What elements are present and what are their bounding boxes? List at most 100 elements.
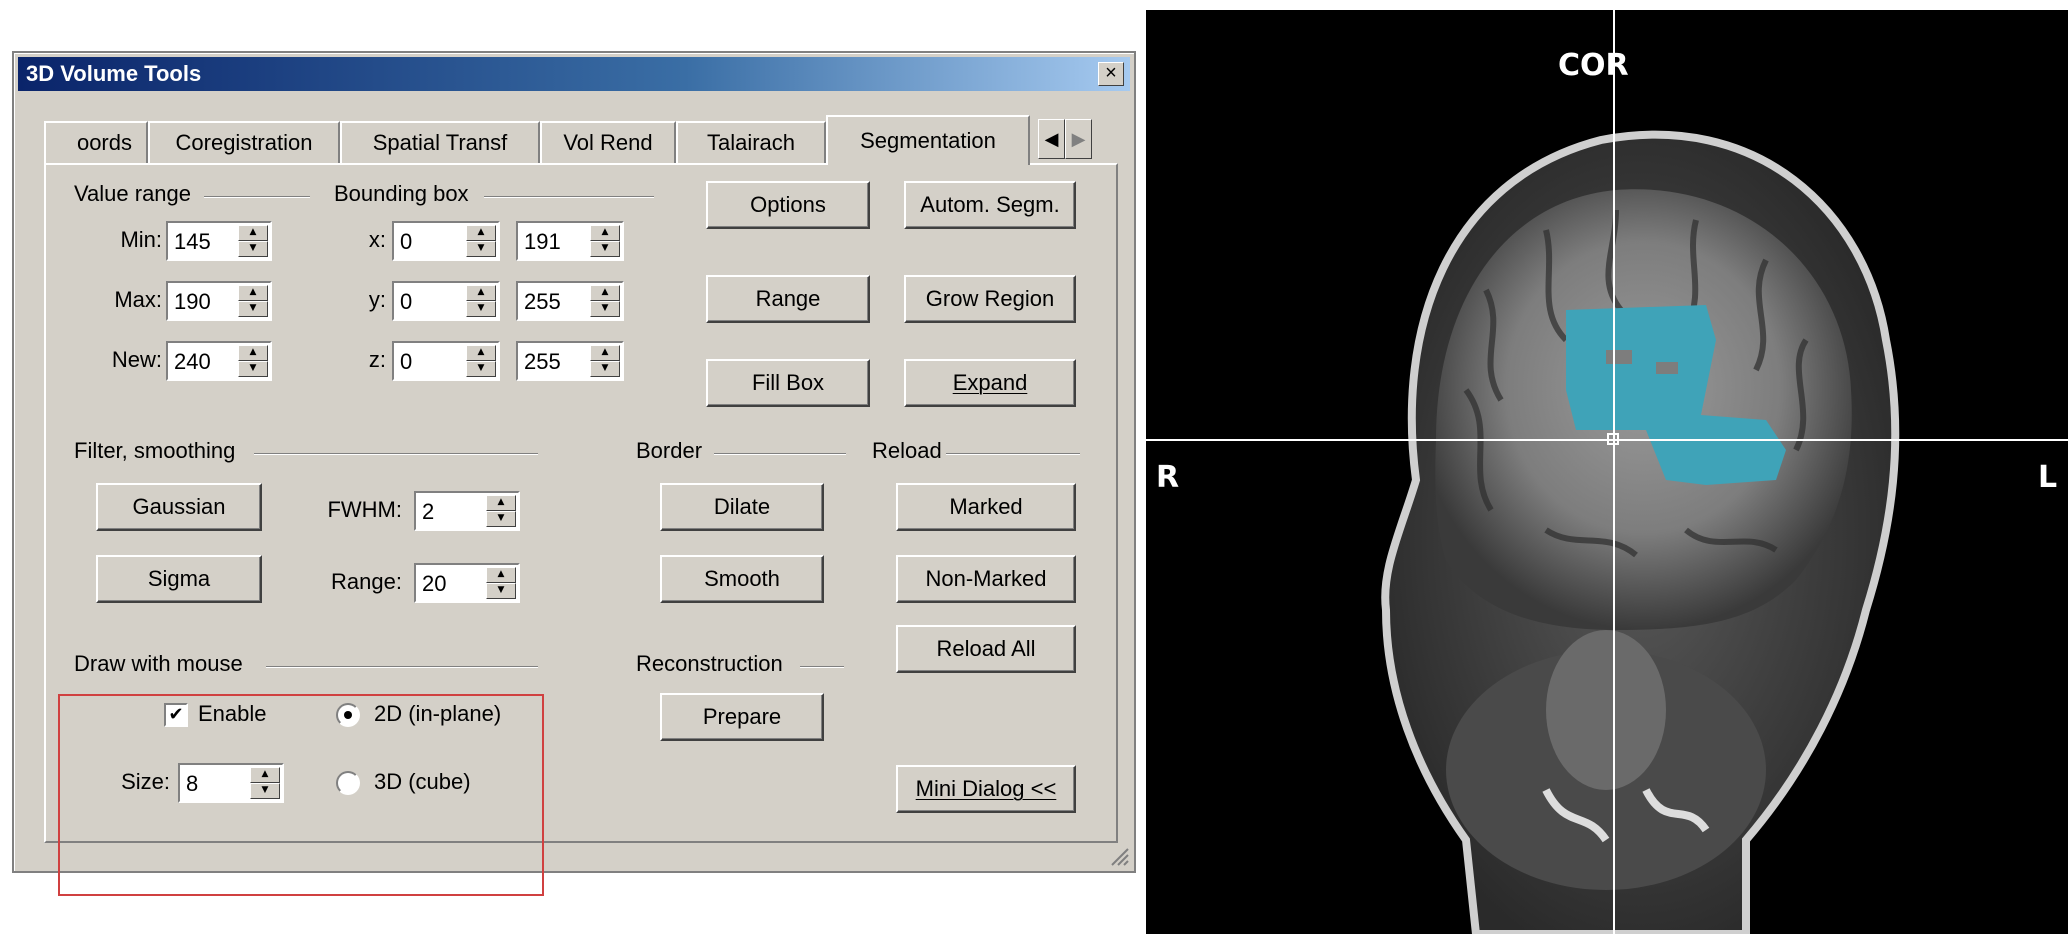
spin-up-icon[interactable]: ▲: [590, 285, 620, 301]
spin-up-icon[interactable]: ▲: [466, 345, 496, 361]
reload-all-button[interactable]: Reload All: [896, 625, 1076, 673]
title-bar[interactable]: 3D Volume Tools ×: [18, 57, 1130, 91]
filter-range-value: 20: [422, 571, 447, 596]
spin-down-icon[interactable]: ▼: [466, 241, 496, 257]
autom-segm-button[interactable]: Autom. Segm.: [904, 181, 1076, 229]
resize-grip-icon[interactable]: [1108, 845, 1130, 867]
tab-scroll-buttons: ◀ ▶: [1038, 119, 1094, 159]
x-label: x:: [368, 227, 386, 252]
brain-slice-image: [1146, 10, 2068, 934]
non-marked-button[interactable]: Non-Marked: [896, 555, 1076, 603]
new-label: New:: [111, 347, 162, 372]
value-range-label: Value range: [74, 181, 196, 207]
mode-3d-label: 3D (cube): [374, 769, 471, 794]
spin-up-icon[interactable]: ▲: [250, 767, 280, 783]
sigma-button[interactable]: Sigma: [96, 555, 262, 603]
y-label: y:: [368, 287, 386, 312]
spin-up-icon[interactable]: ▲: [486, 567, 516, 583]
enable-checkbox[interactable]: ✔: [164, 703, 188, 727]
spin-down-icon[interactable]: ▼: [238, 241, 268, 257]
spin-down-icon[interactable]: ▼: [238, 361, 268, 377]
spin-down-icon[interactable]: ▼: [590, 301, 620, 317]
marked-button[interactable]: Marked: [896, 483, 1076, 531]
tab-vol-rend[interactable]: Vol Rend: [540, 121, 676, 163]
bounding-box-label: Bounding box: [334, 181, 473, 207]
fwhm-value: 2: [422, 499, 435, 524]
draw-with-mouse-label: Draw with mouse: [74, 651, 247, 677]
y-from-spinbox[interactable]: 0 ▲ ▼: [392, 281, 500, 321]
close-icon[interactable]: ×: [1098, 62, 1124, 86]
options-button[interactable]: Options: [706, 181, 870, 229]
reconstruction-label: Reconstruction: [636, 651, 787, 677]
y-from-value: 0: [400, 289, 413, 314]
dilate-button[interactable]: Dilate: [660, 483, 824, 531]
spin-up-icon[interactable]: ▲: [466, 285, 496, 301]
max-value: 190: [174, 289, 211, 314]
reload-label: Reload: [872, 438, 946, 464]
spin-up-icon[interactable]: ▲: [238, 345, 268, 361]
scroll-left-icon[interactable]: ◀: [1038, 119, 1065, 159]
x-to-value: 191: [524, 229, 561, 254]
spin-down-icon[interactable]: ▼: [466, 301, 496, 317]
mri-coronal-view[interactable]: COR R L: [1146, 10, 2068, 934]
new-spinbox[interactable]: 240 ▲ ▼: [166, 341, 272, 381]
spin-up-icon[interactable]: ▲: [238, 225, 268, 241]
z-from-spinbox[interactable]: 0 ▲ ▼: [392, 341, 500, 381]
grow-region-button[interactable]: Grow Region: [904, 275, 1076, 323]
z-to-value: 255: [524, 349, 561, 374]
spin-down-icon[interactable]: ▼: [466, 361, 496, 377]
prepare-button[interactable]: Prepare: [660, 693, 824, 741]
expand-button[interactable]: Expand: [904, 359, 1076, 407]
volume-tools-dialog: 3D Volume Tools × oords Coregistration S…: [12, 51, 1136, 896]
tab-spatial-transf[interactable]: Spatial Transf: [340, 121, 540, 163]
size-spinbox[interactable]: 8 ▲ ▼: [178, 763, 284, 803]
tab-coords[interactable]: oords: [44, 121, 148, 163]
fill-box-button[interactable]: Fill Box: [706, 359, 870, 407]
filter-range-spinbox[interactable]: 20 ▲ ▼: [414, 563, 520, 603]
fwhm-label: FWHM:: [327, 497, 402, 522]
size-label: Size:: [121, 769, 170, 794]
spin-down-icon[interactable]: ▼: [590, 361, 620, 377]
min-value: 145: [174, 229, 211, 254]
spin-up-icon[interactable]: ▲: [238, 285, 268, 301]
tab-coregistration[interactable]: Coregistration: [148, 121, 340, 163]
mini-dialog-button[interactable]: Mini Dialog <<: [896, 765, 1076, 813]
right-side-label: R: [1156, 460, 1180, 495]
fwhm-spinbox[interactable]: 2 ▲ ▼: [414, 491, 520, 531]
x-from-value: 0: [400, 229, 413, 254]
border-label: Border: [636, 438, 707, 464]
filter-smoothing-label: Filter, smoothing: [74, 438, 240, 464]
enable-label: Enable: [198, 701, 267, 726]
view-orientation-label: COR: [1558, 48, 1629, 83]
tab-segmentation[interactable]: Segmentation: [826, 115, 1030, 165]
spin-up-icon[interactable]: ▲: [486, 495, 516, 511]
y-to-spinbox[interactable]: 255 ▲ ▼: [516, 281, 624, 321]
range-button[interactable]: Range: [706, 275, 870, 323]
size-value[interactable]: 8: [186, 771, 198, 797]
z-from-value: 0: [400, 349, 413, 374]
min-spinbox[interactable]: 145 ▲ ▼: [166, 221, 272, 261]
max-spinbox[interactable]: 190 ▲ ▼: [166, 281, 272, 321]
spin-down-icon[interactable]: ▼: [250, 783, 280, 799]
filter-range-label: Range:: [331, 569, 402, 594]
spin-down-icon[interactable]: ▼: [590, 241, 620, 257]
z-to-spinbox[interactable]: 255 ▲ ▼: [516, 341, 624, 381]
radio-3d[interactable]: [336, 771, 360, 795]
spin-down-icon[interactable]: ▼: [486, 511, 516, 527]
dialog-title: 3D Volume Tools: [26, 61, 202, 86]
spin-up-icon[interactable]: ▲: [590, 345, 620, 361]
left-side-label: L: [2038, 460, 2058, 495]
spin-up-icon[interactable]: ▲: [466, 225, 496, 241]
scroll-right-icon[interactable]: ▶: [1065, 119, 1092, 159]
smooth-button[interactable]: Smooth: [660, 555, 824, 603]
gaussian-button[interactable]: Gaussian: [96, 483, 262, 531]
spin-down-icon[interactable]: ▼: [486, 583, 516, 599]
spin-down-icon[interactable]: ▼: [238, 301, 268, 317]
spin-up-icon[interactable]: ▲: [590, 225, 620, 241]
x-to-spinbox[interactable]: 191 ▲ ▼: [516, 221, 624, 261]
z-label: z:: [368, 347, 386, 372]
tab-talairach[interactable]: Talairach: [676, 121, 826, 163]
radio-2d[interactable]: [336, 703, 360, 727]
mode-2d-label: 2D (in-plane): [374, 701, 502, 726]
x-from-spinbox[interactable]: 0 ▲ ▼: [392, 221, 500, 261]
